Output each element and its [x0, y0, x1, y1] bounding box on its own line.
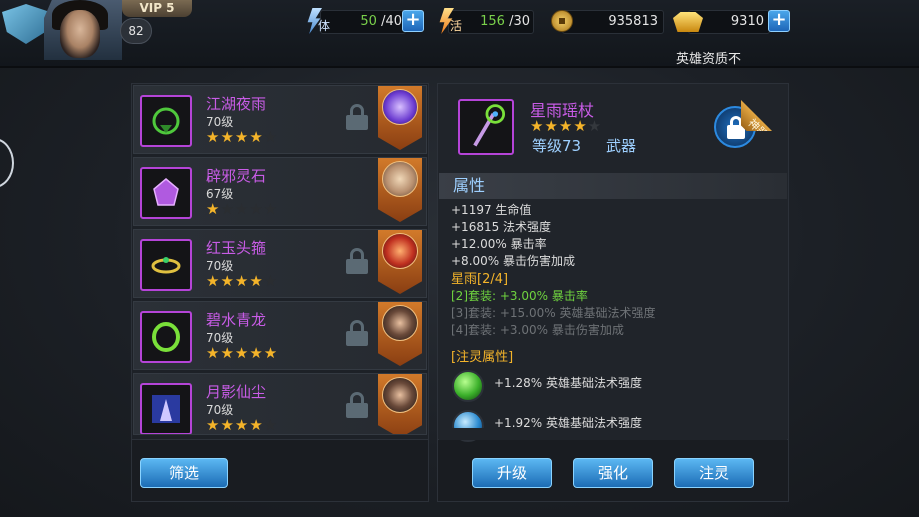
hero-badge[interactable]	[378, 230, 422, 294]
stat-line: +12.00% 暴击率	[451, 237, 547, 251]
stars-empty: ★	[587, 117, 603, 135]
item-name: 红玉头箍	[206, 239, 267, 257]
stars-filled: ★	[206, 200, 221, 218]
hero-badge[interactable]	[378, 374, 422, 434]
upgrade-button[interactable]: 升级	[472, 458, 552, 488]
coin-icon	[551, 10, 573, 32]
hero-badge[interactable]	[378, 86, 422, 150]
coins-value: 935813	[608, 14, 658, 29]
stars-filled: ★★★★	[206, 416, 264, 434]
set-bonus: [3]套装: +15.00% 英雄基础法术强度	[451, 306, 656, 320]
crystal-stone-icon	[153, 178, 179, 206]
lock-icon[interactable]	[346, 248, 368, 274]
player-level: 82	[120, 18, 152, 44]
item-stars: ★★★★★	[206, 128, 278, 146]
energy-current: 156	[480, 14, 505, 29]
item-name: 月影仙尘	[206, 383, 267, 401]
set-bonus: [4]套装: +3.00% 暴击伤害加成	[451, 323, 624, 337]
enhance-button[interactable]: 强化	[573, 458, 653, 488]
item-icon	[140, 383, 192, 434]
selected-item-stars: ★★★★★	[530, 117, 602, 135]
item-name: 碧水青龙	[206, 311, 267, 329]
filter-button[interactable]: 筛选	[140, 458, 228, 488]
stars-empty: ★	[263, 272, 279, 290]
dragon-amulet-icon	[152, 107, 180, 135]
item-icon	[140, 167, 192, 219]
stamina-current: 50	[360, 14, 377, 29]
lock-icon[interactable]	[346, 320, 368, 346]
stat-line: +8.00% 暴击伤害加成	[451, 254, 575, 268]
hero-portrait	[382, 89, 418, 125]
lock-icon[interactable]	[346, 104, 368, 130]
stars-filled: ★★★★	[206, 272, 264, 290]
item-stars: ★★★★★	[206, 272, 278, 290]
gold-ingot-icon	[673, 12, 703, 32]
hero-portrait	[382, 305, 418, 341]
avatar[interactable]	[60, 10, 100, 58]
gold-value: 9310	[730, 14, 764, 29]
list-item[interactable]: 月影仙尘 70级 ★★★★★	[133, 373, 427, 435]
selected-item-type: 武器	[606, 137, 637, 155]
list-item[interactable]: 红玉头箍 70级 ★★★★★	[133, 229, 427, 298]
artifact-ribbon: 神器	[741, 84, 788, 131]
add-stamina-button[interactable]: +	[402, 10, 424, 32]
stamina-value: 50 /40	[340, 12, 402, 32]
stars-filled: ★★★★	[530, 117, 588, 135]
vip-badge[interactable]: VIP 5	[122, 0, 192, 17]
stars-empty: ★	[263, 128, 279, 146]
item-stars: ★★★★★	[206, 200, 278, 218]
hero-portrait	[382, 161, 418, 197]
stars-empty: ★★★★	[220, 200, 279, 218]
hero-portrait	[382, 233, 418, 269]
energy-value: 156 /30	[468, 12, 530, 32]
item-name: 辟邪灵石	[206, 167, 267, 185]
stat-line: +16815 法术强度	[451, 220, 552, 234]
scroll-clip	[439, 428, 787, 440]
item-stars: ★★★★★	[206, 416, 278, 434]
set-bonus: [2]套装: +3.00% 暴击率	[451, 289, 588, 303]
infuse-title: [注灵属性]	[451, 350, 514, 365]
add-gold-button[interactable]: +	[768, 10, 790, 32]
list-item[interactable]: 碧水青龙 70级 ★★★★★	[133, 301, 427, 370]
energy-label: 活	[450, 19, 463, 33]
item-name: 江湖夜雨	[206, 95, 267, 113]
moon-shadow-icon	[152, 395, 180, 423]
notice-text: 英雄资质不	[676, 52, 742, 67]
stars-filled: ★★★★	[206, 128, 264, 146]
infuse-line: +1.28% 英雄基础法术强度	[494, 376, 642, 390]
stamina-label: 体	[318, 19, 331, 33]
infuse-button[interactable]: 注灵	[674, 458, 754, 488]
stars-filled: ★★★★★	[206, 344, 279, 362]
hero-portrait	[382, 377, 418, 413]
item-icon	[140, 311, 192, 363]
jade-bracelet-icon	[152, 322, 180, 352]
artifact-ribbon-label: 神器	[741, 98, 788, 131]
list-item[interactable]: 江湖夜雨 70级 ★★★★★	[133, 85, 427, 154]
top-bar-divider	[0, 66, 919, 68]
stamina-max: /40	[381, 14, 402, 29]
lock-icon[interactable]	[346, 392, 368, 418]
item-stars: ★★★★★	[206, 344, 278, 362]
selected-item-icon	[458, 99, 514, 155]
selected-item-level: 等级73	[532, 137, 582, 155]
energy-max: /30	[509, 14, 530, 29]
stat-line: +1197 生命值	[451, 203, 532, 217]
set-title: 星雨[2/4]	[451, 272, 509, 287]
item-icon	[140, 239, 192, 291]
item-icon	[140, 95, 192, 147]
list-item[interactable]: 辟邪灵石 67级 ★★★★★	[133, 157, 427, 226]
stars-empty: ★	[263, 416, 279, 434]
attributes-header: 属性	[439, 173, 787, 199]
jade-headband-icon	[151, 257, 181, 274]
hero-badge[interactable]	[378, 302, 422, 366]
staff-icon	[473, 104, 506, 147]
infuse-orb-icon	[452, 370, 484, 402]
hero-badge[interactable]	[378, 158, 422, 222]
